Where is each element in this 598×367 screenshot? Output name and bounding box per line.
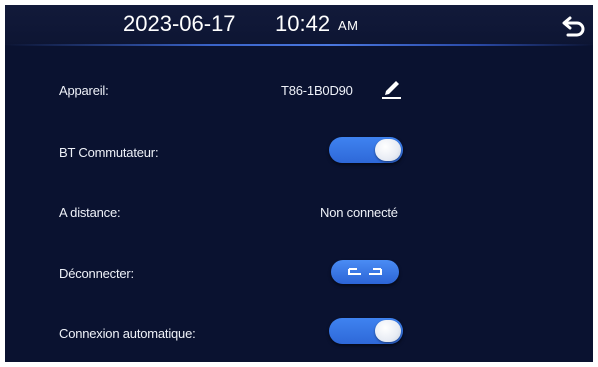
ampm-indicator: AM <box>338 18 359 33</box>
disconnect-icon <box>348 268 382 275</box>
remote-label: A distance: <box>59 205 121 220</box>
edit-device-name-button[interactable] <box>381 78 403 100</box>
device-label: Appareil: <box>59 83 109 98</box>
disconnect-label: Déconnecter: <box>59 266 134 281</box>
back-arrow-icon <box>562 16 585 37</box>
back-button[interactable] <box>561 15 587 37</box>
auto-connect-toggle[interactable] <box>329 318 403 344</box>
header-divider <box>5 44 593 46</box>
bt-switch-toggle[interactable] <box>329 137 403 163</box>
device-name-value: T86-1B0D90 <box>281 83 353 98</box>
time-display: 10:42 <box>275 11 331 36</box>
pencil-icon <box>382 81 401 99</box>
disconnect-button[interactable] <box>331 260 399 284</box>
header-bar: 2023-06-17 10:42 AM <box>5 5 593 45</box>
toggle-knob <box>375 320 401 342</box>
bluetooth-settings-screen: 2023-06-17 10:42 AM Appareil: T86-1B0D90… <box>5 5 593 362</box>
auto-connect-label: Connexion automatique: <box>59 326 196 341</box>
remote-status-value: Non connecté <box>320 205 398 220</box>
toggle-knob <box>375 139 401 161</box>
bt-switch-label: BT Commutateur: <box>59 145 159 160</box>
date-display: 2023-06-17 <box>123 11 236 36</box>
